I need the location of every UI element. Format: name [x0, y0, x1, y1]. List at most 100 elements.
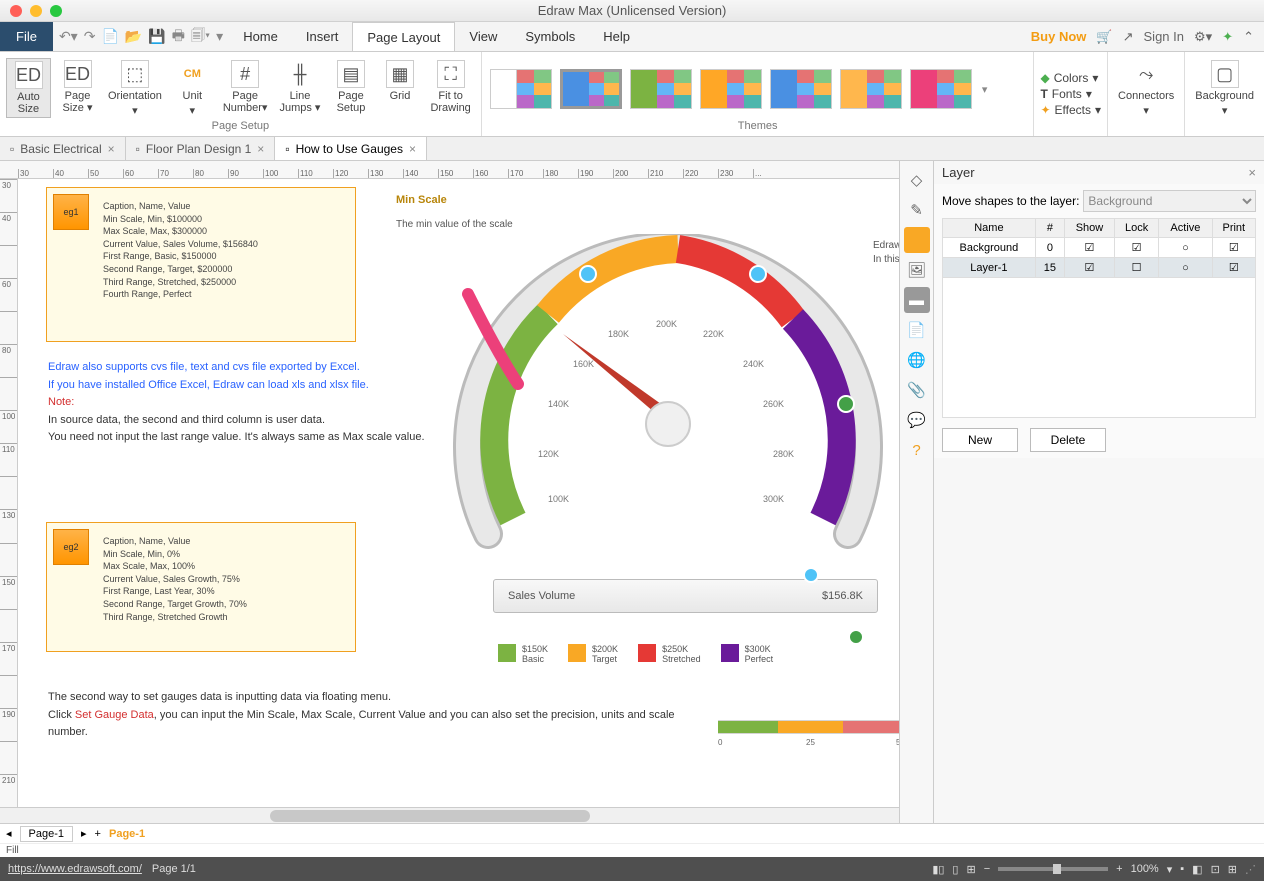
print-icon[interactable]: 🖶	[172, 25, 185, 49]
callout-dot[interactable]	[803, 567, 819, 583]
undo-icon[interactable]: ↶▾	[59, 28, 78, 45]
page-setup-button[interactable]: ▤PageSetup	[328, 58, 373, 116]
pagebar-prev-icon[interactable]: ◂	[6, 827, 12, 840]
theme-option[interactable]	[630, 69, 692, 109]
fill-icon[interactable]	[904, 227, 930, 253]
close-panel-icon[interactable]: ×	[1248, 165, 1256, 180]
new-doc-icon[interactable]: 📄	[101, 28, 118, 45]
new-layer-button[interactable]: New	[942, 428, 1018, 452]
canvas[interactable]: eg1 Caption, Name, ValueMin Scale, Min, …	[18, 179, 899, 807]
status-icon[interactable]: ⊡	[1211, 863, 1220, 876]
share-icon[interactable]: ↗	[1123, 29, 1134, 45]
page-size-button[interactable]: EDPageSize ▾	[55, 58, 100, 116]
view-mode-icon2[interactable]: ▯	[952, 863, 958, 876]
status-url[interactable]: https://www.edrawsoft.com/	[8, 863, 142, 875]
page-icon[interactable]: 📄	[904, 317, 930, 343]
unit-button[interactable]: CMUnit▾	[170, 58, 215, 119]
example-box-2[interactable]: eg2 Caption, Name, ValueMin Scale, Min, …	[46, 522, 356, 652]
hyperlink-icon[interactable]: 🌐	[904, 347, 930, 373]
connectors-button[interactable]: ⤳Connectors▾	[1114, 58, 1178, 119]
ribbon-tabs: Home Insert Page Layout View Symbols Hel…	[229, 22, 644, 51]
text-format-icon[interactable]: ✎	[904, 197, 930, 223]
h-scrollbar[interactable]	[0, 807, 899, 823]
file-menu[interactable]: File	[0, 22, 53, 51]
effects-button[interactable]: ✦Effects▾	[1040, 102, 1101, 118]
theme-option[interactable]	[490, 69, 552, 109]
delete-layer-button[interactable]: Delete	[1030, 428, 1106, 452]
layer-row[interactable]: Background0☑☑○☑	[943, 238, 1256, 258]
shape-format-icon[interactable]: ◇	[904, 167, 930, 193]
export-icon[interactable]: 🗐▾	[191, 25, 210, 49]
page-tab[interactable]: Page-1	[20, 826, 73, 842]
doc-tab[interactable]: ▫Floor Plan Design 1×	[126, 137, 276, 160]
sales-volume-bar[interactable]: Sales Volume $156.8K	[493, 579, 878, 613]
open-icon[interactable]: 📂	[125, 28, 142, 45]
sign-in-link[interactable]: Sign In	[1144, 29, 1184, 44]
main-area: 3040506070809010011012013014015016017018…	[0, 161, 1264, 823]
zoom-slider[interactable]	[998, 867, 1108, 871]
qat-more-icon[interactable]: ▾	[216, 28, 223, 45]
tab-page-layout[interactable]: Page Layout	[352, 22, 455, 51]
themes-more-icon[interactable]: ▾	[978, 83, 992, 96]
auto-size-button[interactable]: EDAutoSize	[6, 58, 51, 118]
unit-icon: CM	[178, 60, 206, 88]
redo-icon[interactable]: ↷	[84, 28, 96, 45]
fit-to-drawing-button[interactable]: ⛶Fit toDrawing	[426, 58, 474, 116]
doc-tab-active[interactable]: ▫How to Use Gauges×	[275, 137, 427, 160]
attachment-icon[interactable]: 📎	[904, 377, 930, 403]
comment-icon[interactable]: 💬	[904, 407, 930, 433]
zoom-level[interactable]: 100%	[1131, 863, 1159, 875]
theme-option[interactable]	[910, 69, 972, 109]
doc-tab[interactable]: ▫Basic Electrical×	[0, 137, 126, 160]
layer-icon[interactable]: ▬	[904, 287, 930, 313]
close-tab-icon[interactable]: ×	[108, 142, 115, 156]
collapse-ribbon-icon[interactable]: ⌃	[1243, 29, 1254, 45]
save-icon[interactable]: 💾	[148, 28, 165, 45]
fill-label: Fill	[6, 845, 19, 856]
colors-button[interactable]: ◆Colors▾	[1040, 70, 1101, 86]
status-icon[interactable]: ▪	[1180, 863, 1184, 875]
status-icon[interactable]: ⊞	[1228, 863, 1237, 876]
cart-icon[interactable]: 🛒	[1096, 29, 1112, 45]
layer-row[interactable]: Layer-115☑☐○☑	[943, 258, 1256, 278]
help-icon[interactable]: ?	[904, 437, 930, 463]
page-number-button[interactable]: #PageNumber▾	[219, 58, 272, 116]
add-page-icon[interactable]: +	[95, 828, 101, 840]
legend-swatch	[498, 644, 516, 662]
tab-home[interactable]: Home	[229, 22, 292, 51]
theme-option[interactable]	[770, 69, 832, 109]
orientation-button[interactable]: ⬚Orientation▾	[104, 58, 166, 119]
close-tab-icon[interactable]: ×	[409, 142, 416, 156]
theme-option[interactable]	[700, 69, 762, 109]
tab-view[interactable]: View	[455, 22, 511, 51]
linear-gauge[interactable]: 0 25 50	[718, 717, 899, 747]
pagebar-next-icon[interactable]: ▸	[81, 827, 87, 840]
picture-icon[interactable]: 🖼	[904, 257, 930, 283]
line-jumps-button[interactable]: ╫LineJumps ▾	[275, 58, 324, 116]
resize-grip-icon[interactable]: ⋰	[1245, 863, 1256, 876]
grid-button[interactable]: ▦Grid	[377, 58, 422, 104]
status-icon[interactable]: ◧	[1192, 863, 1202, 876]
fonts-icon: T	[1040, 87, 1047, 101]
gear-icon[interactable]: ⚙▾	[1194, 29, 1212, 45]
background-button[interactable]: ▢Background▾	[1191, 58, 1258, 119]
move-layer-select[interactable]: Background	[1083, 190, 1256, 212]
close-tab-icon[interactable]: ×	[257, 142, 264, 156]
zoom-in-icon[interactable]: +	[1116, 863, 1122, 875]
gauge-chart[interactable]: 100K 120K 140K 160K 180K 200K 220K 240K …	[448, 234, 888, 564]
auto-size-icon: ED	[15, 61, 43, 89]
view-mode-icon[interactable]: ▮▯	[932, 863, 944, 876]
logo-icon: ✦	[1222, 29, 1233, 45]
tab-insert[interactable]: Insert	[292, 22, 353, 51]
buy-now-link[interactable]: Buy Now	[1031, 29, 1087, 44]
callout-dot[interactable]	[848, 629, 864, 645]
fonts-button[interactable]: TFonts▾	[1040, 86, 1101, 102]
group-format: ◆Colors▾ TFonts▾ ✦Effects▾	[1034, 52, 1108, 136]
zoom-out-icon[interactable]: −	[984, 863, 990, 875]
fit-page-icon[interactable]: ⊞	[966, 863, 975, 876]
example-box-1[interactable]: eg1 Caption, Name, ValueMin Scale, Min, …	[46, 187, 356, 342]
theme-option[interactable]	[840, 69, 902, 109]
theme-option-selected[interactable]	[560, 69, 622, 109]
tab-help[interactable]: Help	[589, 22, 644, 51]
tab-symbols[interactable]: Symbols	[511, 22, 589, 51]
